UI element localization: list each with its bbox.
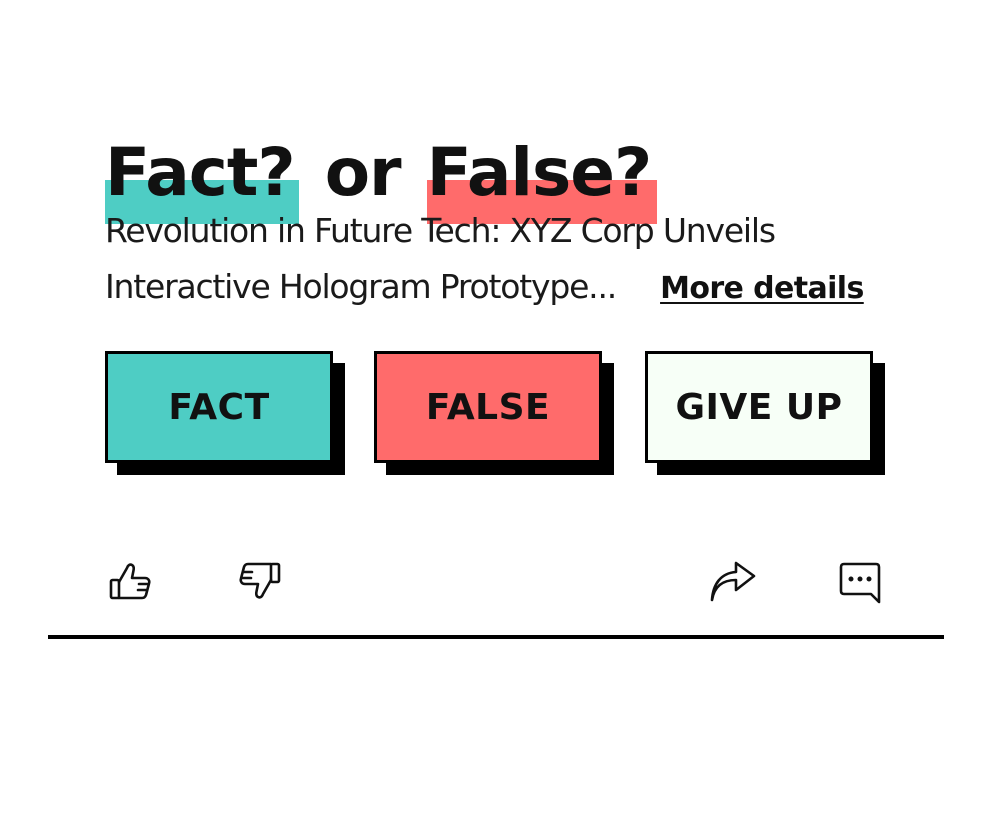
title-fact-highlight: Fact? (105, 140, 299, 225)
title-fact-word: Fact? (105, 134, 296, 212)
share-icon[interactable] (708, 558, 756, 606)
title-false-word: False? (426, 134, 653, 212)
fact-or-false-card: Fact? or False? Revolution in Future Tec… (0, 0, 992, 825)
title-connector: or (324, 134, 402, 212)
news-headline: Revolution in Future Tech: XYZ Corp Unve… (105, 203, 895, 317)
fact-button[interactable]: FACT (105, 351, 333, 463)
headline-line-2: Interactive Hologram Prototype... More de… (105, 259, 895, 317)
thumbs-down-icon[interactable] (235, 558, 283, 606)
thumbs-up-icon[interactable] (107, 558, 155, 606)
headline-line-1: Revolution in Future Tech: XYZ Corp Unve… (105, 211, 776, 250)
false-button[interactable]: FALSE (374, 351, 602, 463)
headline-line-2-text: Interactive Hologram Prototype... (105, 267, 617, 306)
title-false-highlight: False? (426, 140, 658, 225)
bottom-divider (48, 635, 944, 639)
give-up-button[interactable]: GIVE UP (645, 351, 873, 463)
more-details-link[interactable]: More details (660, 261, 864, 317)
comment-icon[interactable] (836, 558, 884, 606)
